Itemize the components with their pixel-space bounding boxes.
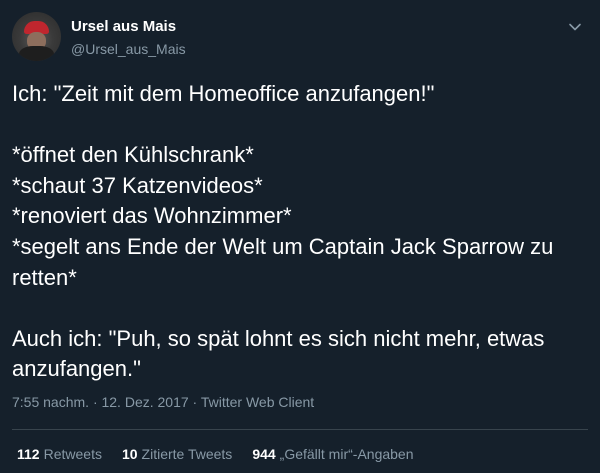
likes-count: 944 (252, 446, 276, 462)
likes-label: „Gefällt mir“-Angaben (279, 446, 414, 462)
retweets-stat[interactable]: 112 Retweets (17, 445, 102, 463)
tweet-card: Ursel aus Mais @Ursel_aus_Mais Ich: "Zei… (0, 0, 600, 473)
user-names: Ursel aus Mais @Ursel_aus_Mais (71, 18, 186, 58)
user-handle[interactable]: @Ursel_aus_Mais (71, 40, 186, 58)
display-name[interactable]: Ursel aus Mais (71, 18, 186, 36)
tweet-timestamp[interactable]: 7:55 nachm. · 12. Dez. 2017 · Twitter We… (12, 393, 314, 411)
likes-stat[interactable]: 944 „Gefällt mir“-Angaben (252, 445, 413, 463)
avatar[interactable] (12, 12, 61, 61)
tweet-stats: 112 Retweets 10 Zitierte Tweets 944 „Gefäll… (17, 445, 414, 463)
retweets-label: Retweets (43, 446, 102, 462)
retweets-count: 112 (17, 446, 40, 462)
quote-tweets-stat[interactable]: 10 Zitierte Tweets (122, 445, 232, 463)
tweet-header: Ursel aus Mais @Ursel_aus_Mais (12, 12, 588, 64)
quotes-count: 10 (121, 446, 138, 462)
divider (12, 429, 588, 430)
chevron-down-icon[interactable] (566, 18, 584, 36)
quotes-label: Zitierte Tweets (141, 446, 233, 462)
tweet-text: Ich: "Zeit mit dem Homeoffice anzufangen… (12, 81, 554, 382)
